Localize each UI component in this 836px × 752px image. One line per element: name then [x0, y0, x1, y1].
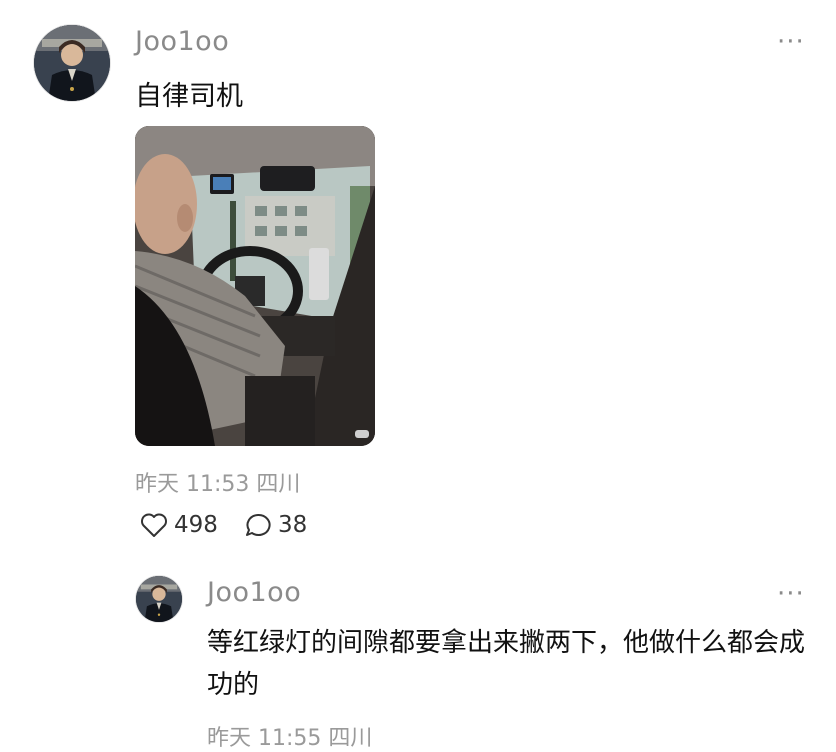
- more-dots-icon[interactable]: ···: [777, 29, 805, 55]
- post-photo-image: [135, 126, 375, 446]
- comment-count: 38: [278, 512, 308, 538]
- heart-outline-icon: [141, 513, 167, 537]
- like-count: 498: [174, 512, 218, 538]
- reply-meta: 昨天 11:55 四川: [207, 726, 373, 751]
- more-dots-icon[interactable]: ···: [777, 581, 805, 607]
- avatar-image: [136, 576, 182, 622]
- reply-text: 等红绿灯的间隙都要拿出来撇两下，他做什么都会成功的: [207, 628, 806, 700]
- avatar-image: [34, 25, 110, 101]
- comment-button[interactable]: 38: [244, 512, 307, 538]
- post-username[interactable]: Joo1oo: [135, 26, 229, 57]
- post-photo[interactable]: [135, 126, 375, 446]
- post-meta: 昨天 11:53 四川: [135, 472, 301, 497]
- post-text: 自律司机: [135, 81, 243, 112]
- like-button[interactable]: 498: [140, 512, 218, 538]
- reply-username[interactable]: Joo1oo: [207, 577, 301, 608]
- post-avatar[interactable]: [34, 25, 110, 101]
- reply-avatar[interactable]: [136, 576, 182, 622]
- speech-bubble-icon: [246, 513, 271, 536]
